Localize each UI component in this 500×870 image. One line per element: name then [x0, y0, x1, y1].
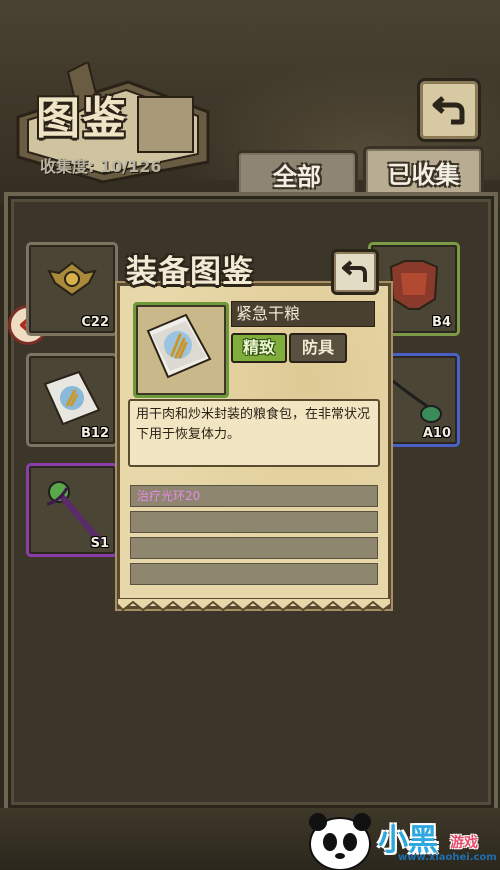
dialog-title: 装备图鉴 [126, 254, 254, 290]
quality-badge: 精致 [231, 333, 287, 363]
type-badge: 防具 [289, 333, 347, 363]
watermark-sub: 游戏 [450, 835, 478, 851]
collection-count: 10/126 [99, 157, 162, 176]
page-title: 图鉴 [36, 93, 128, 144]
watermark-url: www.xiaohei.com [398, 852, 497, 863]
collection-label: 收集度: [40, 157, 95, 176]
collection-slot[interactable]: S1 [26, 463, 118, 557]
item-name: 紧急干粮 [231, 301, 375, 327]
dialog-torn-edge [117, 598, 391, 612]
dialog-close-button[interactable] [331, 249, 379, 295]
attribute-row [130, 511, 378, 533]
slot-code: S1 [90, 536, 109, 551]
item-description: 用干肉和炒米封装的粮食包，在非常状况下用于恢复体力。 [128, 399, 380, 467]
collection-slot[interactable]: B12 [26, 353, 118, 447]
tab-collected[interactable]: 已收集 [363, 146, 484, 195]
ration-pack-icon [43, 370, 101, 426]
collection-slot[interactable]: C22 [26, 242, 118, 336]
emblem-icon [47, 261, 97, 297]
item-icon-frame [133, 302, 229, 398]
attribute-row [130, 537, 378, 559]
ration-pack-icon [146, 313, 212, 379]
tab-all[interactable]: 全部 [236, 150, 358, 195]
slot-code: C22 [81, 315, 109, 330]
slot-code: A10 [422, 426, 451, 441]
back-button[interactable] [417, 78, 481, 142]
slot-code: B4 [432, 315, 451, 330]
return-arrow-icon [342, 260, 367, 282]
attribute-row: 治疗光环20 [130, 485, 378, 507]
return-arrow-icon [432, 96, 465, 125]
slot-code: B12 [81, 426, 109, 441]
collection-progress: 收集度: 10/126 [40, 153, 162, 177]
attribute-row [130, 563, 378, 585]
